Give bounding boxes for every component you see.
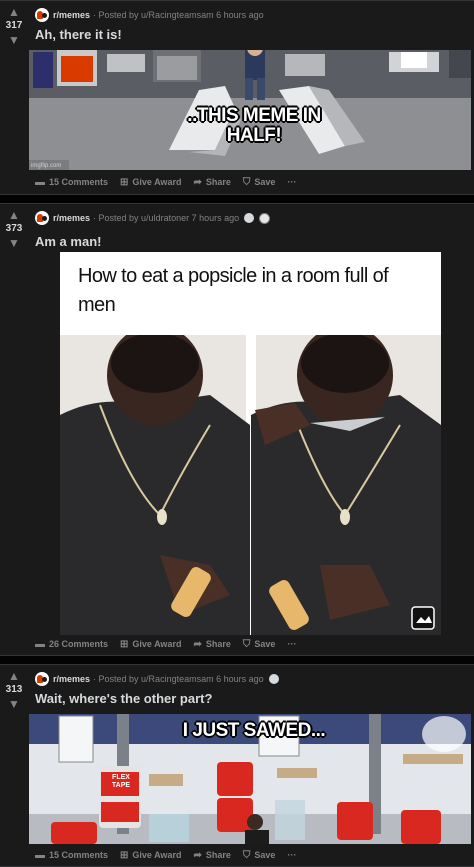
post-title[interactable]: Ah, there it is! [35,27,122,42]
vote-column: ▲ 313 ▼ [0,669,28,711]
save-label: Save [254,850,276,860]
post-score: 317 [5,20,23,31]
post-image[interactable]: ..THIS MEME IN HALF! imgflip.com [29,50,471,170]
gift-icon: ⊞ [120,638,129,650]
award-icon [244,213,255,223]
posted-by[interactable]: · Posted by u/uldratoner 7 hours ago [93,213,239,223]
comments-count: 26 Comments [49,639,109,649]
share-icon: ➦ [193,638,202,650]
bookmark-icon: ⛉ [242,176,251,188]
watermark: imgflip.com [31,163,62,169]
post-score: 373 [5,223,23,234]
save-label: Save [254,639,276,649]
comment-icon: ▬ [35,638,45,650]
post-meta: r/memes · Posted by u/Racingteamsam 6 ho… [35,7,470,23]
share-label: Share [205,177,231,187]
more-options-button[interactable]: ··· [287,639,296,649]
comments-count: 15 Comments [49,177,109,187]
gift-icon: ⊞ [120,849,129,861]
meme-top-text: How to eat a popsicle in a room full of … [78,265,389,316]
downvote-arrow-icon[interactable]: ▼ [8,697,20,711]
comments-button[interactable]: ▬ 15 Comments [35,850,108,861]
comments-count: 15 Comments [49,850,109,860]
post-card-2[interactable]: ▲ 373 ▼ r/memes · Posted by u/uldratoner… [0,203,474,656]
vote-column: ▲ 373 ▼ [0,208,28,250]
bookmark-icon: ⛉ [242,638,251,650]
subreddit-icon[interactable] [35,672,49,686]
vote-column: ▲ 317 ▼ [0,5,28,47]
post-actions: ▬ 15 Comments ⊞ Give Award ➦ Share ⛉ Sav… [35,846,308,864]
downvote-arrow-icon[interactable]: ▼ [8,33,20,47]
save-button[interactable]: ⛉ Save [243,850,276,861]
upvote-arrow-icon[interactable]: ▲ [8,669,20,683]
share-icon: ➦ [193,176,202,188]
share-label: Share [205,639,231,649]
comment-icon: ▬ [35,176,45,188]
posted-by[interactable]: · Posted by u/Racingteamsam 6 hours ago [93,674,264,684]
posted-by[interactable]: · Posted by u/Racingteamsam 6 hours ago [93,10,264,20]
post-meta: r/memes · Posted by u/Racingteamsam 6 ho… [35,671,470,687]
post-actions: ▬ 15 Comments ⊞ Give Award ➦ Share ⛉ Sav… [35,173,308,191]
give-award-button[interactable]: ⊞ Give Award [120,850,181,861]
subreddit-link[interactable]: r/memes [53,674,90,684]
give-award-label: Give Award [132,850,182,860]
post-actions: ▬ 26 Comments ⊞ Give Award ➦ Share ⛉ Sav… [35,635,308,653]
save-button[interactable]: ⛉ Save [243,639,276,650]
save-label: Save [254,177,276,187]
share-button[interactable]: ➦ Share [193,177,230,188]
post-card-1[interactable]: ▲ 317 ▼ r/memes · Posted by u/Racingteam… [0,0,474,195]
more-options-button[interactable]: ··· [287,177,296,187]
give-award-button[interactable]: ⊞ Give Award [120,177,181,188]
meme-caption: I JUST SAWED... [182,720,326,741]
share-icon: ➦ [193,849,202,861]
post-title[interactable]: Am a man! [35,234,101,249]
save-button[interactable]: ⛉ Save [243,177,276,188]
post-title[interactable]: Wait, where's the other part? [35,691,212,706]
comments-button[interactable]: ▬ 15 Comments [35,177,108,188]
bookmark-icon: ⛉ [242,849,251,861]
award-icon [259,212,271,224]
downvote-arrow-icon[interactable]: ▼ [8,236,20,250]
give-award-label: Give Award [132,177,182,187]
meme-caption: ..THIS MEME IN HALF! [187,105,321,146]
subreddit-icon[interactable] [35,211,49,225]
subreddit-link[interactable]: r/memes [53,213,90,223]
post-score: 313 [5,684,23,695]
post-meta: r/memes · Posted by u/uldratoner 7 hours… [35,210,470,226]
share-label: Share [205,850,231,860]
upvote-arrow-icon[interactable]: ▲ [8,208,20,222]
brand-label: FLEX TAPE [111,774,131,789]
subreddit-link[interactable]: r/memes [53,10,90,20]
gift-icon: ⊞ [120,176,129,188]
give-award-label: Give Award [132,639,182,649]
subreddit-icon[interactable] [35,8,49,22]
share-button[interactable]: ➦ Share [193,639,230,650]
meme-photo [60,335,441,635]
comments-button[interactable]: ▬ 26 Comments [35,639,108,650]
share-button[interactable]: ➦ Share [193,850,230,861]
upvote-arrow-icon[interactable]: ▲ [8,5,20,19]
more-options-button[interactable]: ··· [287,850,296,860]
award-icon [268,674,279,684]
post-image[interactable]: I JUST SAWED... FLEX TAPE [29,714,471,844]
post-image[interactable]: How to eat a popsicle in a room full of … [60,252,441,635]
give-award-button[interactable]: ⊞ Give Award [120,639,181,650]
comment-icon: ▬ [35,849,45,861]
post-card-3[interactable]: ▲ 313 ▼ r/memes · Posted by u/Racingteam… [0,664,474,867]
